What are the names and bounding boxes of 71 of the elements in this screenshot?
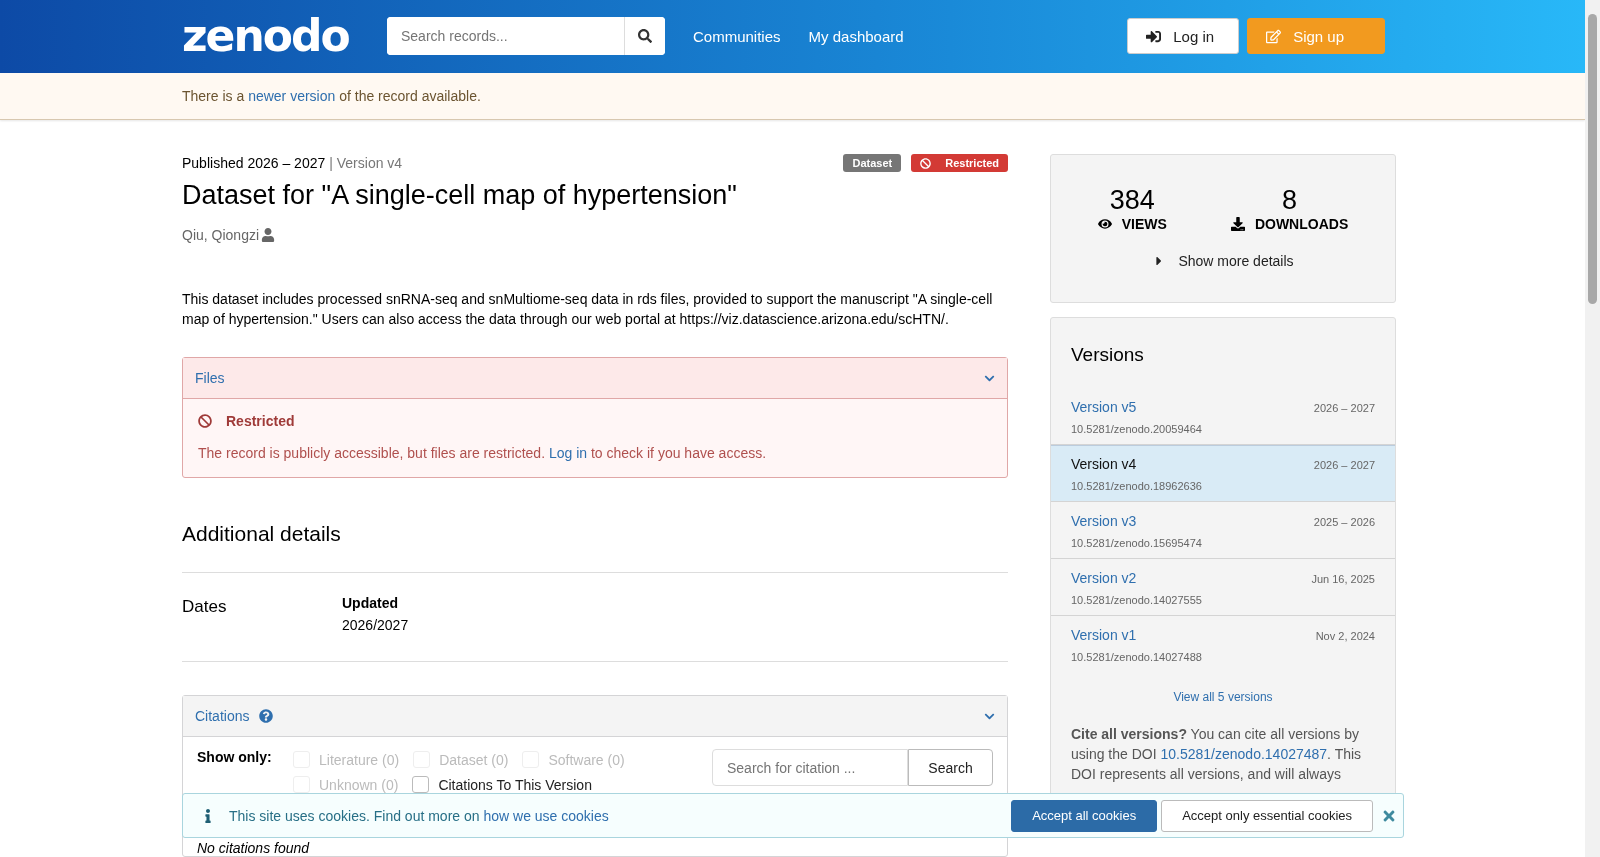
search-icon: [638, 29, 652, 44]
date-type: Updated: [342, 595, 399, 611]
version-date: Jun 16, 2025: [1311, 573, 1375, 585]
version-doi: 10.5281/zenodo.14027555: [1071, 594, 1203, 606]
section-heading: Additional details: [182, 522, 1008, 573]
version-item[interactable]: Version v4 2026 – 2027 10.5281/zenodo.18962636: [1051, 445, 1395, 502]
ban-icon: [198, 414, 212, 428]
accept-essential-button[interactable]: Accept only essential cookies: [1161, 799, 1373, 832]
card-title: Versions: [1070, 343, 1145, 367]
logo[interactable]: zenodo: [182, 14, 367, 59]
search-field[interactable]: Search records...: [387, 17, 665, 56]
search-button[interactable]: Search: [908, 749, 993, 786]
version-date: Nov 2, 2024: [1315, 630, 1375, 642]
empty-message: No citations found: [197, 840, 310, 856]
filter-checkbox[interactable]: Citations To This Version: [412, 776, 592, 793]
nav-link[interactable]: My dashboard: [808, 27, 904, 45]
version-link[interactable]: Version v5: [1071, 399, 1137, 415]
version-link[interactable]: Version v2: [1071, 570, 1137, 586]
doi-link[interactable]: 10.5281/zenodo.14027487: [1160, 746, 1328, 762]
description: This dataset includes processed snRNA-seq and snMultiome-seq data in rds files, provided to support the manuscript "A single-cell map of hypertension." Users can also access the data through our web portal at https://viz.datascience.arizona.edu/scHTN/.: [182, 290, 994, 329]
version-date: 2025 – 2026: [1313, 516, 1375, 528]
cookie-text: This site uses cookies. Find out more on how we use cookies: [229, 807, 609, 824]
date-value: 2026/2027: [342, 617, 410, 633]
show-more-button[interactable]: Show more details: [1146, 252, 1300, 270]
notice-text: There is a newer version of the record available.: [182, 87, 481, 104]
version-label: | Version v4: [329, 155, 403, 171]
published-date: Published 2026 – 2027: [182, 155, 326, 171]
version-link[interactable]: Version v4: [1071, 456, 1137, 472]
version-doi: 10.5281/zenodo.20059464: [1071, 423, 1203, 435]
eye-icon: [1097, 217, 1112, 231]
newer-version-link[interactable]: newer version: [248, 87, 336, 104]
person-icon: [261, 228, 276, 242]
stat-value: 8: [1282, 185, 1298, 216]
search-button[interactable]: [624, 17, 665, 56]
stat-value: 384: [1109, 185, 1155, 216]
citation-search-field[interactable]: Search for citation ...: [712, 749, 908, 786]
login-button[interactable]: Log in: [1127, 18, 1240, 55]
version-doi: 10.5281/zenodo.15695474: [1071, 537, 1203, 549]
restricted-message: The record is publicly accessible, but files are restricted. Log in to check if you have access.: [198, 445, 768, 461]
accept-all-button[interactable]: Accept all cookies: [1011, 799, 1158, 832]
view-all-link[interactable]: View all 5 versions: [1051, 690, 1395, 704]
download-icon: [1230, 217, 1245, 231]
sign-in-icon: [1146, 28, 1162, 44]
version-link[interactable]: Version v1: [1071, 627, 1137, 643]
access-badge: Restricted: [911, 154, 1008, 172]
login-link[interactable]: Log in: [548, 445, 588, 461]
version-date: 2026 – 2027: [1313, 459, 1375, 471]
version-date: 2026 – 2027: [1313, 402, 1375, 414]
detail-label: Dates: [182, 597, 228, 618]
version-doi: 10.5281/zenodo.18962636: [1071, 480, 1203, 492]
cookie-link[interactable]: how we use cookies: [483, 807, 609, 824]
ban-icon: [920, 157, 932, 169]
edit-icon: [1266, 28, 1282, 44]
help-icon[interactable]: [259, 709, 274, 723]
panel-title[interactable]: Files: [195, 370, 225, 386]
filter-label: Show only:: [197, 749, 273, 766]
restricted-label: Restricted: [226, 413, 295, 429]
version-item[interactable]: Version v1 Nov 2, 2024 10.5281/zenodo.14027488: [1051, 616, 1395, 672]
author-name: Qiu, Qiongzi: [182, 227, 260, 243]
cite-text: Cite all versions? You can cite all versions by using the DOI 10.5281/zenodo.14027487. This DOI represents all versions, and will always: [1071, 725, 1363, 784]
record-title: Dataset for "A single-cell map of hypertension": [182, 180, 738, 211]
version-link[interactable]: Version v3: [1071, 513, 1137, 529]
scrollbar[interactable]: [1585, 0, 1600, 857]
version-item[interactable]: Version v3 2025 – 2026 10.5281/zenodo.15695474: [1051, 502, 1395, 559]
stat-label: DOWNLOADS: [1254, 216, 1349, 232]
stat-label: VIEWS: [1121, 216, 1167, 232]
type-badge: Dataset: [843, 154, 902, 172]
version-doi: 10.5281/zenodo.14027488: [1071, 651, 1203, 663]
nav-link[interactable]: Communities: [693, 27, 781, 45]
panel-title[interactable]: Citations: [195, 708, 250, 724]
version-item[interactable]: Version v2 Jun 16, 2025 10.5281/zenodo.14027555: [1051, 559, 1395, 616]
